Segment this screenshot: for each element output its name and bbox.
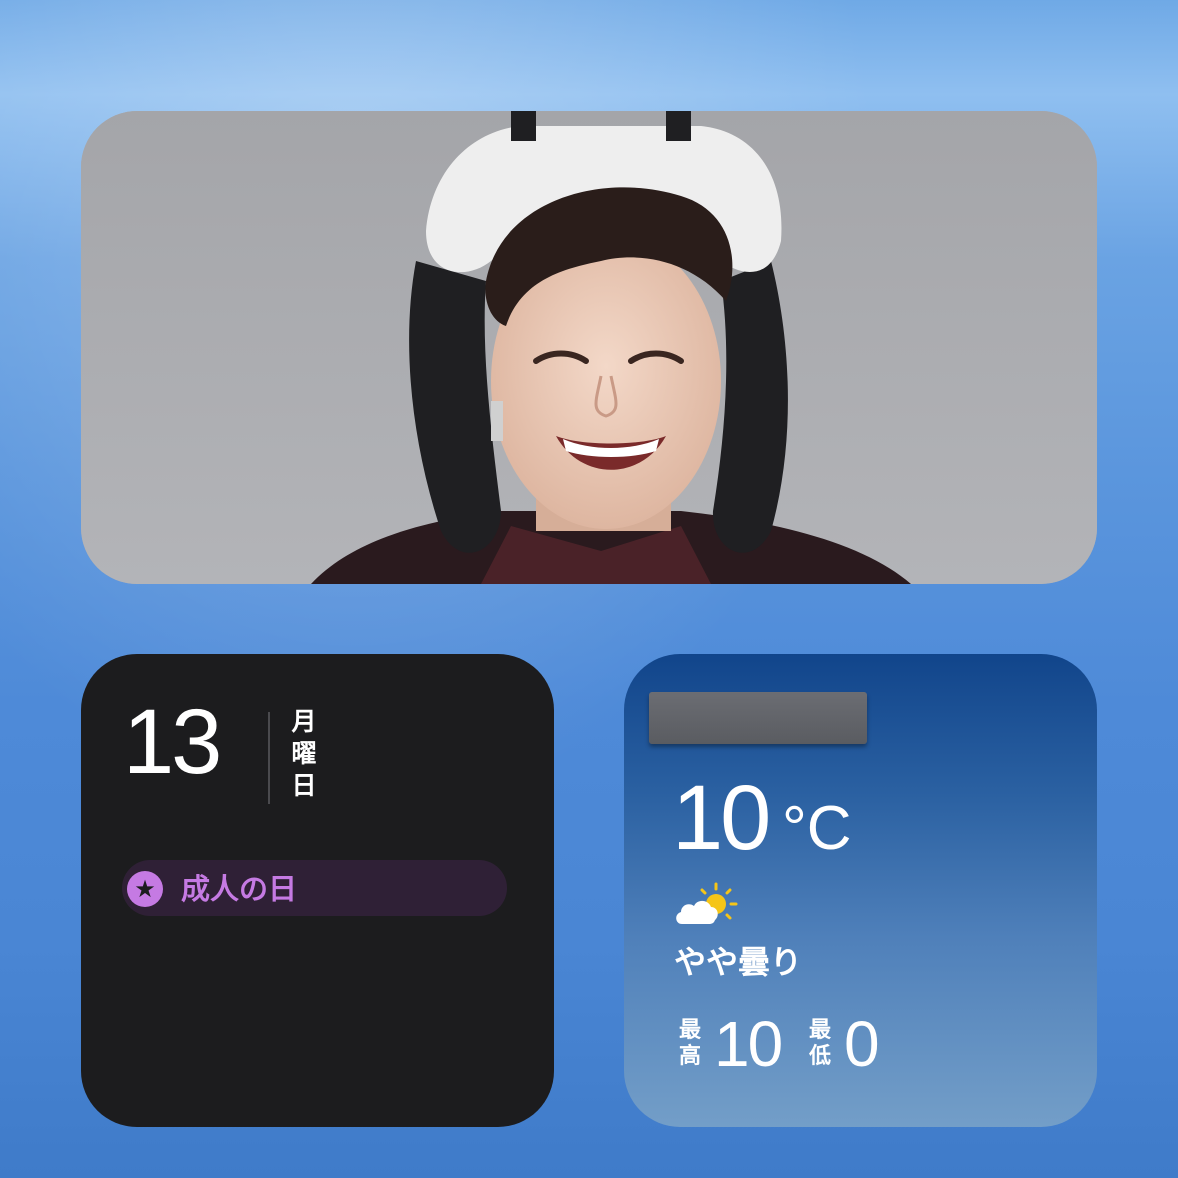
low-temperature: 0	[844, 1008, 880, 1080]
weather-condition: やや曇り	[674, 943, 803, 981]
weather-temperature: 10	[672, 767, 771, 869]
partly-cloudy-icon	[676, 882, 738, 924]
calendar-widget[interactable]: 13 月 曜 日 ★ 成人の日	[81, 654, 554, 1127]
low-label-char: 低	[808, 1044, 831, 1069]
high-label-char: 高	[678, 1044, 701, 1069]
calendar-weekday: 月 曜 日	[289, 706, 319, 802]
weather-widget[interactable]: 10 °C やや曇り 最 高 10 最 低 0	[624, 654, 1097, 1127]
person-photo	[81, 111, 1097, 584]
high-label-char: 最	[678, 1018, 701, 1043]
weather-temperature-unit: °C	[782, 794, 852, 863]
high-temperature: 10	[714, 1008, 783, 1080]
calendar-event[interactable]: ★ 成人の日	[122, 860, 507, 916]
high-label: 最 高	[676, 1018, 704, 1070]
photo-widget[interactable]	[81, 111, 1097, 584]
star-icon: ★	[127, 871, 163, 907]
low-label: 最 低	[806, 1018, 834, 1070]
weather-location-redacted	[649, 692, 867, 744]
low-label-char: 最	[808, 1018, 831, 1043]
calendar-event-label: 成人の日	[181, 872, 298, 906]
calendar-day-number: 13	[123, 691, 222, 793]
weekday-char: 日	[291, 771, 317, 800]
weekday-char: 月	[291, 707, 317, 736]
calendar-divider	[268, 712, 270, 804]
weekday-char: 曜	[291, 739, 317, 768]
